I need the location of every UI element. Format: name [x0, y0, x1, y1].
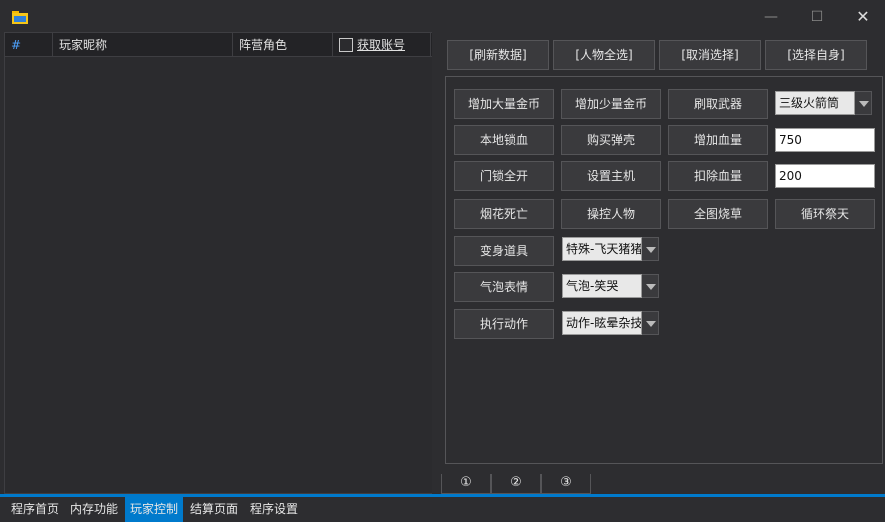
local-lock-hp-button[interactable]: 本地锁血	[454, 125, 554, 155]
buy-ammo-button[interactable]: 购买弹壳	[561, 125, 661, 155]
loop-sacrifice-button[interactable]: 循环祭天	[775, 199, 875, 229]
chevron-down-icon[interactable]	[642, 274, 659, 298]
refresh-weapon-button[interactable]: 刷取武器	[668, 89, 768, 119]
burn-map-grass-button[interactable]: 全图烧草	[668, 199, 768, 229]
select-self-button[interactable]: [选择自身]	[765, 40, 867, 70]
select-all-button[interactable]: [人物全选]	[553, 40, 655, 70]
title-bar: — ☐ ✕	[0, 0, 885, 32]
maximize-button[interactable]: ☐	[802, 6, 832, 28]
fetch-account-checkbox[interactable]	[339, 38, 353, 52]
control-character-button[interactable]: 操控人物	[561, 199, 661, 229]
deduct-hp-input[interactable]: 200	[775, 164, 875, 188]
controls-group: 增加大量金币 增加少量金币 刷取武器 三级火箭筒 本地锁血 购买弹壳 增加血量 …	[445, 76, 883, 464]
fetch-account-header[interactable]: 获取账号	[333, 33, 431, 57]
set-host-button[interactable]: 设置主机	[561, 161, 661, 191]
firework-death-button[interactable]: 烟花死亡	[454, 199, 554, 229]
tab-2[interactable]: ②	[491, 474, 541, 494]
add-hp-input[interactable]: 750	[775, 128, 875, 152]
fetch-account-label: 获取账号	[357, 38, 406, 52]
bubble-select-value: 气泡-笑哭	[562, 274, 642, 298]
nav-home[interactable]: 程序首页	[6, 497, 64, 522]
cancel-select-button[interactable]: [取消选择]	[659, 40, 761, 70]
chevron-down-icon[interactable]	[642, 237, 659, 261]
transform-select[interactable]: 特殊-飞天猪猪	[562, 237, 659, 261]
minimize-button[interactable]: —	[756, 6, 786, 28]
action-select-value: 动作-眩晕杂技	[562, 311, 642, 335]
transform-item-button[interactable]: 变身道具	[454, 236, 554, 266]
open-all-locks-button[interactable]: 门锁全开	[454, 161, 554, 191]
splitter[interactable]	[432, 32, 436, 494]
col-nickname-header[interactable]: 玩家昵称	[53, 33, 233, 57]
perform-action-button[interactable]: 执行动作	[454, 309, 554, 339]
add-gold-small-button[interactable]: 增加少量金币	[561, 89, 661, 119]
tab-1[interactable]: ①	[441, 474, 491, 494]
refresh-data-button[interactable]: [刷新数据]	[447, 40, 549, 70]
nav-settings[interactable]: 程序设置	[245, 497, 303, 522]
nav-memory[interactable]: 内存功能	[65, 497, 123, 522]
col-index-header[interactable]: #	[5, 33, 53, 57]
chevron-down-icon[interactable]	[642, 311, 659, 335]
chevron-down-icon[interactable]	[855, 91, 872, 115]
player-table[interactable]: # 玩家昵称 阵营角色 获取账号	[4, 32, 434, 494]
table-header: # 玩家昵称 阵营角色 获取账号	[5, 33, 433, 57]
weapon-select-value: 三级火箭筒	[775, 91, 855, 115]
nav-player-control[interactable]: 玩家控制	[125, 497, 184, 522]
control-panel: [刷新数据] [人物全选] [取消选择] [选择自身] 增加大量金币 增加少量金…	[441, 32, 885, 474]
transform-select-value: 特殊-飞天猪猪	[562, 237, 642, 261]
deduct-hp-button[interactable]: 扣除血量	[668, 161, 768, 191]
add-gold-large-button[interactable]: 增加大量金币	[454, 89, 554, 119]
bubble-emote-button[interactable]: 气泡表情	[454, 272, 554, 302]
close-button[interactable]: ✕	[848, 6, 878, 28]
col-camp-header[interactable]: 阵营角色	[233, 33, 333, 57]
add-hp-button[interactable]: 增加血量	[668, 125, 768, 155]
bottom-nav: 程序首页 内存功能 玩家控制 结算页面 程序设置	[0, 497, 885, 522]
weapon-select[interactable]: 三级火箭筒	[775, 91, 872, 115]
bubble-select[interactable]: 气泡-笑哭	[562, 274, 659, 298]
tab-3[interactable]: ③	[541, 474, 591, 494]
action-select[interactable]: 动作-眩晕杂技	[562, 311, 659, 335]
nav-settlement[interactable]: 结算页面	[185, 497, 243, 522]
folder-app-icon	[12, 11, 28, 24]
